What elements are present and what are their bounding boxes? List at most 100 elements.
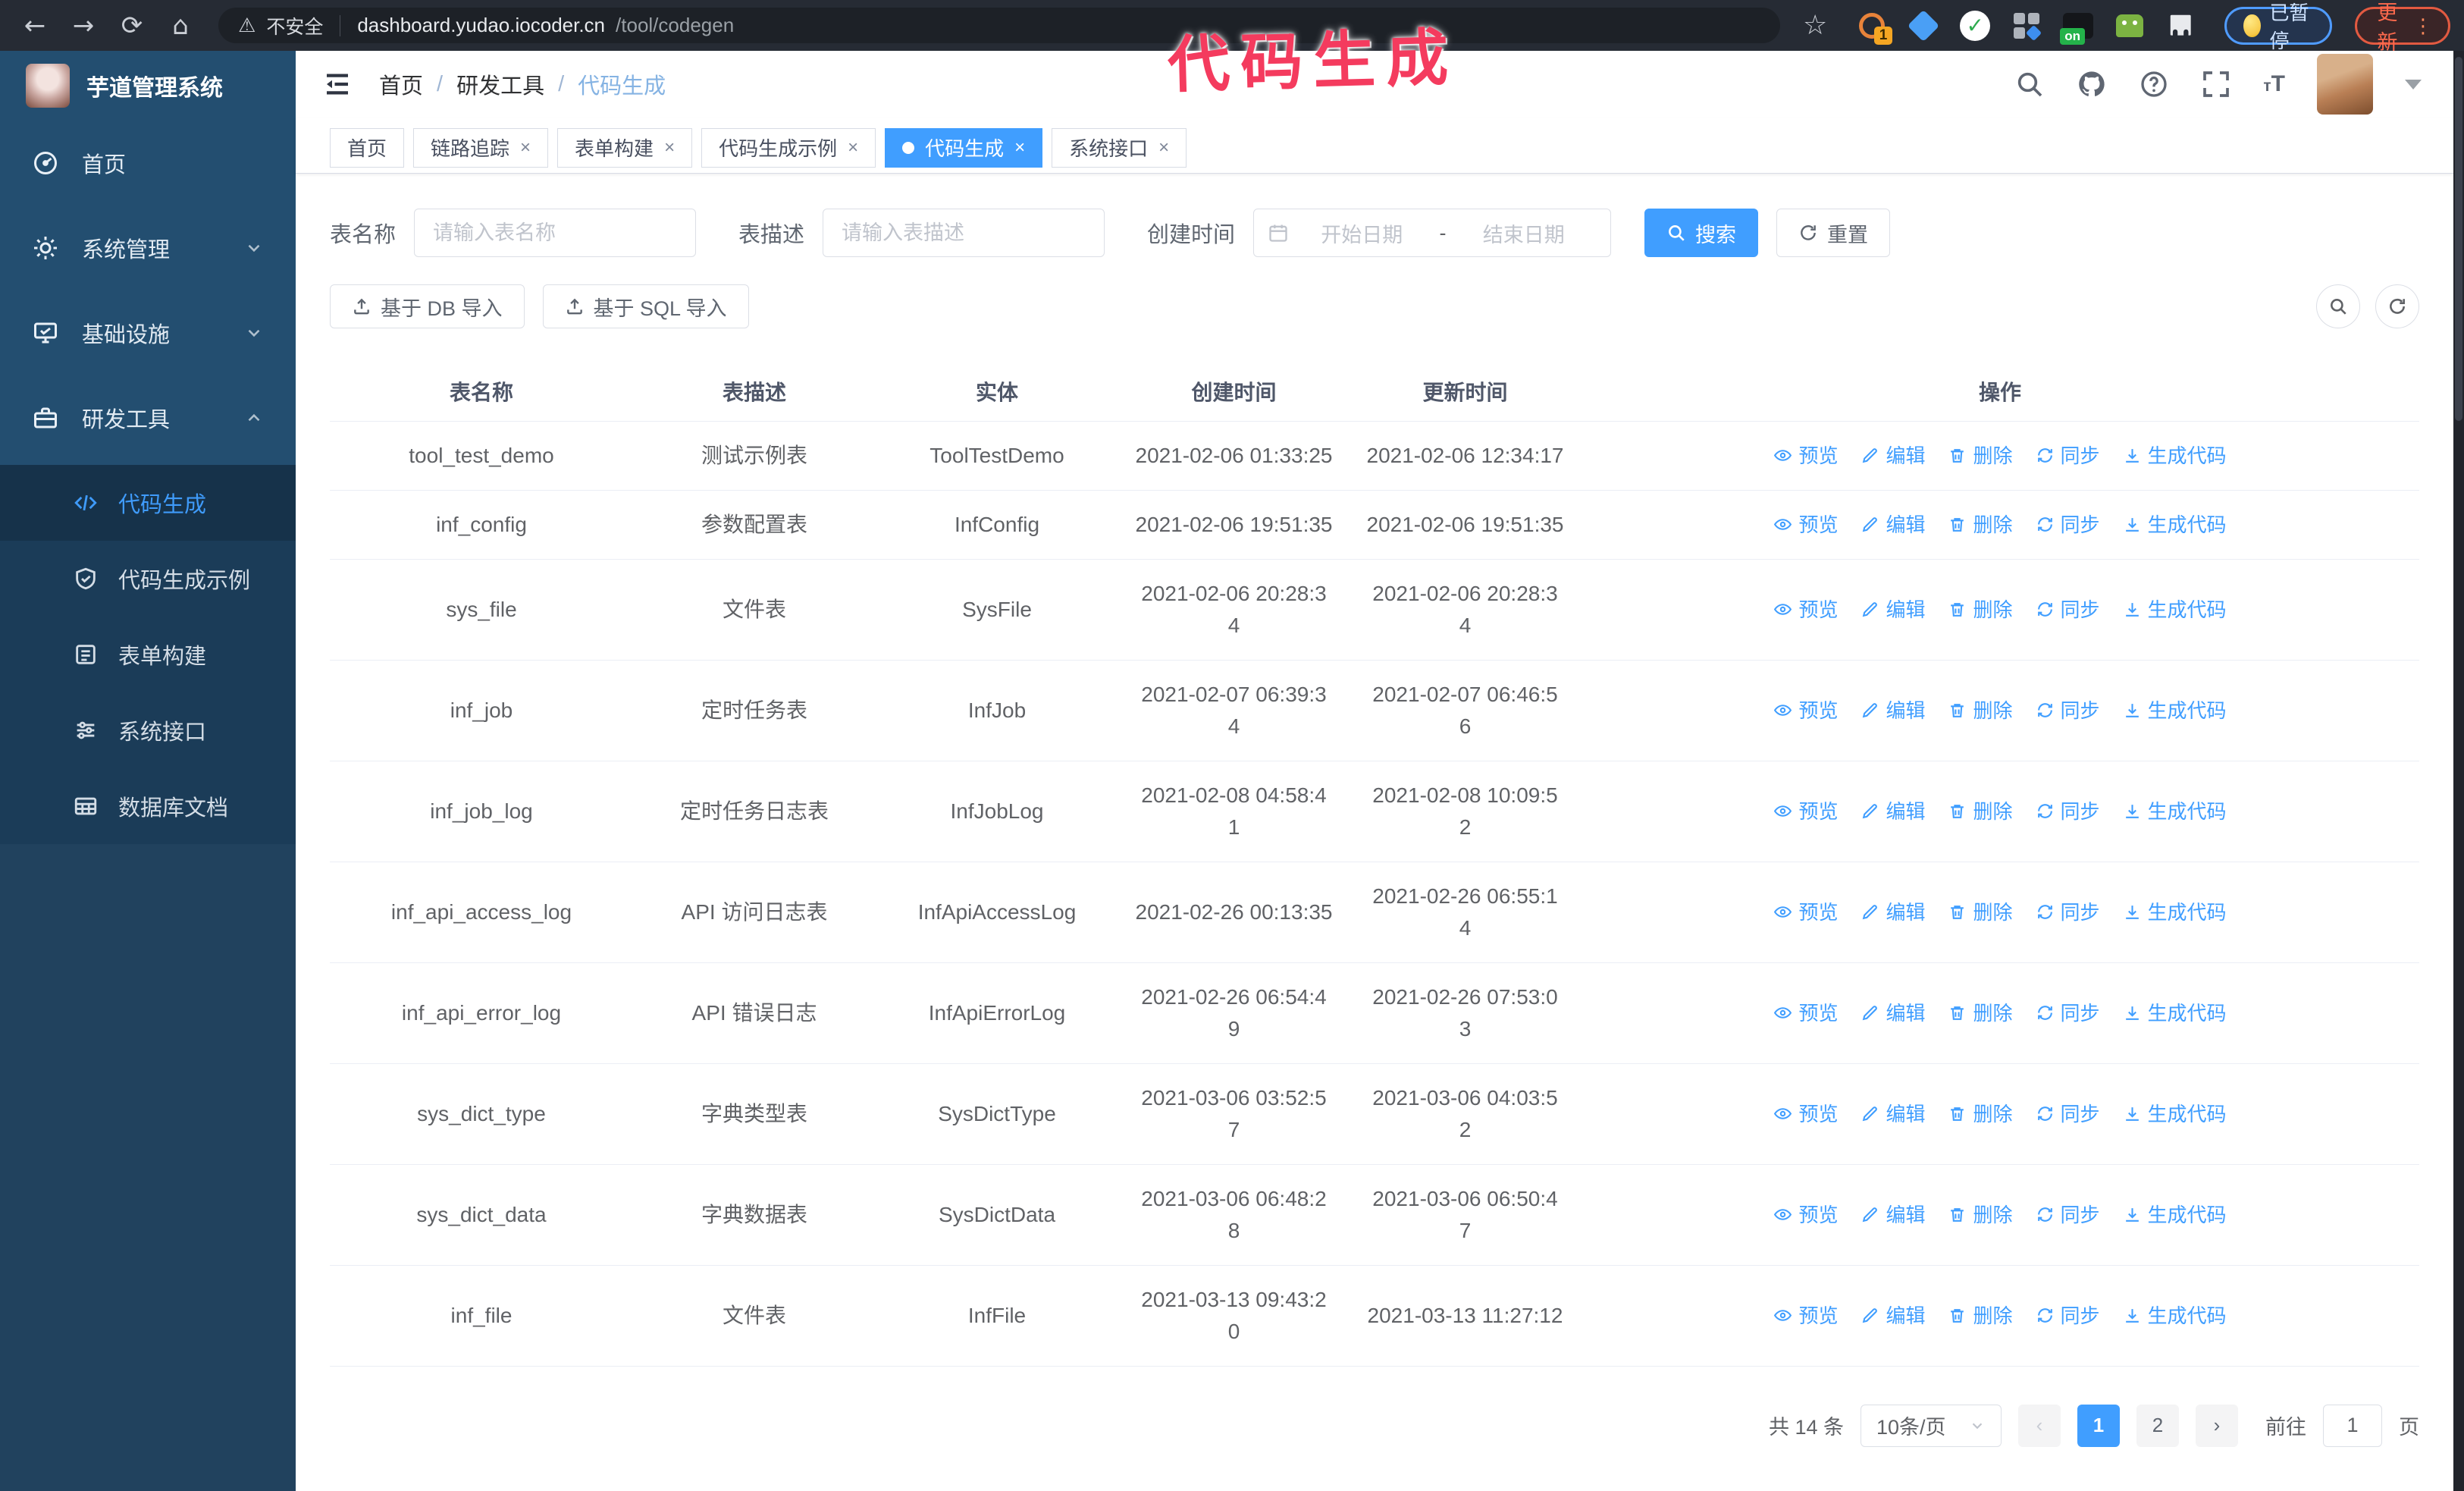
toggle-search-button[interactable] bbox=[2316, 284, 2360, 328]
generate-code-link[interactable]: 生成代码 bbox=[2123, 509, 2227, 541]
delete-link[interactable]: 删除 bbox=[1948, 509, 2013, 541]
edit-link[interactable]: 编辑 bbox=[1861, 1098, 1925, 1130]
preview-link[interactable]: 预览 bbox=[1773, 509, 1838, 541]
extension-gem-icon[interactable] bbox=[1908, 9, 1940, 42]
delete-link[interactable]: 删除 bbox=[1948, 440, 2013, 472]
paused-badge[interactable]: 已暂停 bbox=[2224, 2, 2333, 52]
generate-code-link[interactable]: 生成代码 bbox=[2123, 796, 2227, 827]
sync-link[interactable]: 同步 bbox=[2036, 1098, 2100, 1130]
sync-link[interactable]: 同步 bbox=[2036, 594, 2100, 626]
start-date-placeholder[interactable]: 开始日期 bbox=[1289, 218, 1435, 248]
preview-link[interactable]: 预览 bbox=[1773, 594, 1838, 626]
page-button-2[interactable]: 2 bbox=[2136, 1404, 2179, 1447]
extension-dark-icon[interactable]: on bbox=[2060, 10, 2094, 45]
generate-code-link[interactable]: 生成代码 bbox=[2123, 1199, 2227, 1231]
tab-home[interactable]: 首页 bbox=[330, 127, 405, 168]
generate-code-link[interactable]: 生成代码 bbox=[2123, 896, 2227, 928]
generate-code-link[interactable]: 生成代码 bbox=[2123, 1300, 2227, 1332]
fullscreen-icon[interactable] bbox=[2201, 69, 2231, 99]
table-name-input[interactable] bbox=[414, 209, 697, 257]
next-page-button[interactable]: › bbox=[2196, 1404, 2238, 1447]
breadcrumb-group[interactable]: 研发工具 bbox=[456, 68, 544, 100]
forward-icon[interactable]: → bbox=[62, 5, 105, 47]
tab-trace[interactable]: 链路追踪 × bbox=[413, 127, 549, 168]
delete-link[interactable]: 删除 bbox=[1948, 1098, 2013, 1130]
submenu-item-form-builder[interactable]: 表单构建 bbox=[0, 617, 296, 692]
avatar-caret-icon[interactable] bbox=[2405, 79, 2422, 89]
date-range-picker[interactable]: 开始日期 - 结束日期 bbox=[1253, 209, 1612, 257]
generate-code-link[interactable]: 生成代码 bbox=[2123, 440, 2227, 472]
search-icon[interactable] bbox=[2014, 69, 2045, 99]
preview-link[interactable]: 预览 bbox=[1773, 896, 1838, 928]
sync-link[interactable]: 同步 bbox=[2036, 1300, 2100, 1332]
sidebar-item-home[interactable]: 首页 bbox=[0, 121, 296, 206]
submenu-item-db-doc[interactable]: 数据库文档 bbox=[0, 768, 296, 844]
preview-link[interactable]: 预览 bbox=[1773, 1199, 1838, 1231]
preview-link[interactable]: 预览 bbox=[1773, 695, 1838, 727]
help-icon[interactable] bbox=[2139, 69, 2169, 99]
delete-link[interactable]: 删除 bbox=[1948, 594, 2013, 626]
edit-link[interactable]: 编辑 bbox=[1861, 796, 1925, 827]
extension-robot-icon[interactable] bbox=[2114, 10, 2146, 42]
generate-code-link[interactable]: 生成代码 bbox=[2123, 594, 2227, 626]
sync-link[interactable]: 同步 bbox=[2036, 440, 2100, 472]
preview-link[interactable]: 预览 bbox=[1773, 440, 1838, 472]
close-icon[interactable]: × bbox=[848, 138, 858, 157]
edit-link[interactable]: 编辑 bbox=[1861, 997, 1925, 1029]
sync-link[interactable]: 同步 bbox=[2036, 695, 2100, 727]
sync-link[interactable]: 同步 bbox=[2036, 509, 2100, 541]
close-icon[interactable]: × bbox=[1014, 138, 1025, 157]
sync-link[interactable]: 同步 bbox=[2036, 1199, 2100, 1231]
edit-link[interactable]: 编辑 bbox=[1861, 440, 1925, 472]
sync-link[interactable]: 同步 bbox=[2036, 796, 2100, 827]
preview-link[interactable]: 预览 bbox=[1773, 796, 1838, 827]
font-size-icon[interactable]: тT bbox=[2263, 71, 2285, 97]
breadcrumb-home[interactable]: 首页 bbox=[379, 68, 423, 100]
tab-system-api[interactable]: 系统接口 × bbox=[1052, 127, 1187, 168]
delete-link[interactable]: 删除 bbox=[1948, 1199, 2013, 1231]
import-db-button[interactable]: 基于 DB 导入 bbox=[330, 284, 525, 328]
delete-link[interactable]: 删除 bbox=[1948, 1300, 2013, 1332]
goto-page-input[interactable] bbox=[2323, 1404, 2382, 1447]
extension-grid-icon[interactable] bbox=[2011, 10, 2042, 42]
sync-link[interactable]: 同步 bbox=[2036, 997, 2100, 1029]
submenu-item-codegen[interactable]: 代码生成 bbox=[0, 465, 296, 541]
preview-link[interactable]: 预览 bbox=[1773, 997, 1838, 1029]
scrollbar-thumb[interactable] bbox=[2455, 57, 2462, 421]
generate-code-link[interactable]: 生成代码 bbox=[2123, 695, 2227, 727]
reset-button[interactable]: 重置 bbox=[1776, 209, 1891, 257]
delete-link[interactable]: 删除 bbox=[1948, 997, 2013, 1029]
close-icon[interactable]: × bbox=[664, 138, 675, 157]
tab-codegen[interactable]: 代码生成 × bbox=[885, 127, 1043, 168]
page-size-select[interactable]: 10条/页 bbox=[1861, 1404, 2002, 1447]
edit-link[interactable]: 编辑 bbox=[1861, 1199, 1925, 1231]
submenu-item-codegen-example[interactable]: 代码生成示例 bbox=[0, 541, 296, 617]
extensions-puzzle-icon[interactable] bbox=[2165, 10, 2197, 42]
tab-form-builder[interactable]: 表单构建 × bbox=[557, 127, 693, 168]
import-sql-button[interactable]: 基于 SQL 导入 bbox=[542, 284, 749, 328]
delete-link[interactable]: 删除 bbox=[1948, 896, 2013, 928]
delete-link[interactable]: 删除 bbox=[1948, 796, 2013, 827]
sync-link[interactable]: 同步 bbox=[2036, 896, 2100, 928]
refresh-table-button[interactable] bbox=[2375, 284, 2419, 328]
edit-link[interactable]: 编辑 bbox=[1861, 896, 1925, 928]
back-icon[interactable]: ← bbox=[14, 5, 56, 47]
search-button[interactable]: 搜索 bbox=[1644, 209, 1759, 257]
tab-codegen-example[interactable]: 代码生成示例 × bbox=[701, 127, 876, 168]
reload-icon[interactable]: ⟳ bbox=[111, 5, 153, 47]
address-bar[interactable]: ⚠ 不安全 dashboard.yudao.iocoder.cn/tool/co… bbox=[218, 8, 1780, 43]
edit-link[interactable]: 编辑 bbox=[1861, 594, 1925, 626]
edit-link[interactable]: 编辑 bbox=[1861, 509, 1925, 541]
edit-link[interactable]: 编辑 bbox=[1861, 695, 1925, 727]
generate-code-link[interactable]: 生成代码 bbox=[2123, 997, 2227, 1029]
submenu-item-system-api[interactable]: 系统接口 bbox=[0, 692, 296, 768]
sidebar-item-dev-tools[interactable]: 研发工具 bbox=[0, 375, 296, 460]
extension-check-icon[interactable]: ✓ bbox=[1959, 10, 1991, 42]
page-button-1[interactable]: 1 bbox=[2077, 1404, 2120, 1447]
bookmark-star-icon[interactable]: ☆ bbox=[1803, 10, 1827, 41]
generate-code-link[interactable]: 生成代码 bbox=[2123, 1098, 2227, 1130]
sidebar-fold-icon[interactable] bbox=[321, 68, 353, 100]
sidebar-item-infra[interactable]: 基础设施 bbox=[0, 290, 296, 375]
extension-orange-icon[interactable]: 1 bbox=[1856, 10, 1893, 45]
browser-update-button[interactable]: 更新 ⋮ bbox=[2355, 2, 2450, 54]
